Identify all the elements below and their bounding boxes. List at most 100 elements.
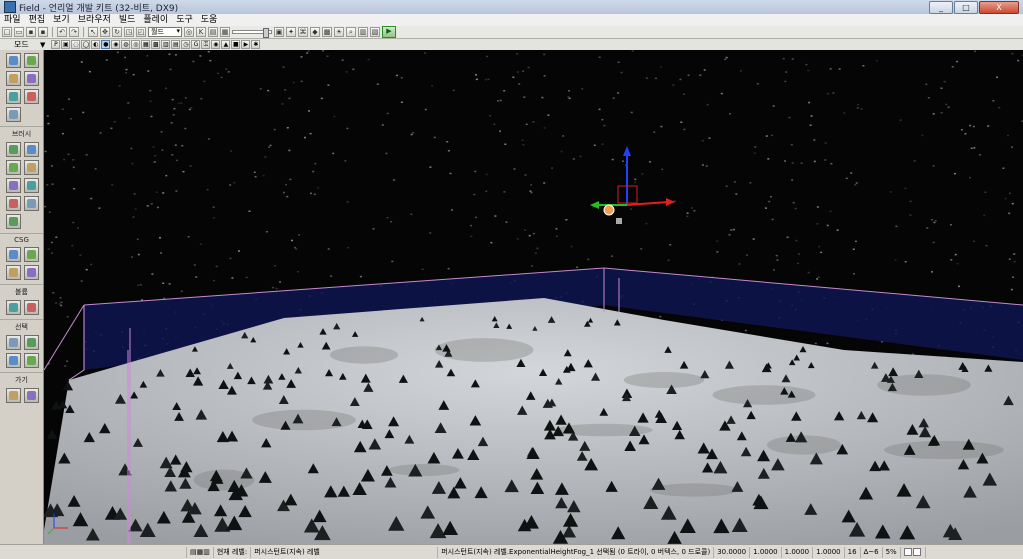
stop-icon[interactable]: ■ — [231, 40, 241, 49]
eye-icon[interactable]: ◉ — [211, 40, 221, 49]
goto-builder-button[interactable] — [24, 388, 39, 403]
select-invert-button[interactable] — [6, 353, 21, 368]
scale-icon[interactable]: ◳ — [124, 27, 134, 37]
save-all-icon[interactable]: ▪ — [38, 27, 48, 37]
hide-selected-button[interactable] — [24, 335, 39, 350]
viewport-scene[interactable] — [44, 50, 1023, 544]
search-icon[interactable]: ⌕ — [346, 27, 356, 37]
lighting-quality-icon[interactable]: ☀ — [334, 27, 344, 37]
cube-brush-button[interactable] — [6, 142, 21, 157]
eye-button[interactable] — [6, 107, 21, 122]
build-paths-icon[interactable]: ⌘ — [298, 27, 308, 37]
wireframe-icon[interactable]: ◯ — [81, 40, 91, 49]
drag-grid-icon[interactable]: ▦ — [220, 27, 230, 37]
build-geometry-icon[interactable]: ▣ — [274, 27, 284, 37]
unlit-icon[interactable]: ◐ — [91, 40, 101, 49]
play-in-editor-button[interactable]: ▶ — [382, 26, 396, 38]
terrain-mode-button[interactable] — [6, 71, 21, 86]
perspective-viewport[interactable] — [44, 50, 1023, 544]
redo-icon[interactable]: ↷ — [69, 27, 79, 37]
camera-mode-button[interactable] — [6, 53, 21, 68]
sheet-brush-button[interactable] — [24, 178, 39, 193]
coordinate-system-select[interactable]: 월드 — [148, 27, 182, 37]
scale-x-value[interactable]: 1.0000 — [750, 546, 782, 558]
brush-wireframe-icon[interactable]: ◌ — [71, 40, 81, 49]
content-browser-icon[interactable]: ▥ — [358, 27, 368, 37]
generic-browser-icon[interactable]: ▧ — [370, 27, 380, 37]
new-icon[interactable]: □ — [2, 27, 12, 37]
viewport-options-icon[interactable]: ✱ — [251, 40, 261, 49]
csg-add-button[interactable] — [6, 247, 21, 262]
lit-icon[interactable]: ● — [101, 40, 111, 49]
scale-snap[interactable]: 5% — [883, 546, 901, 558]
show-all-button[interactable] — [24, 353, 39, 368]
cylinder-brush-button[interactable] — [24, 160, 39, 175]
sphere-brush-button[interactable] — [24, 196, 39, 211]
save-icon[interactable]: ▪ — [26, 27, 36, 37]
show-selected-button[interactable] — [6, 335, 21, 350]
build-cover-icon[interactable]: ◆ — [310, 27, 320, 37]
menu-edit[interactable]: 편집 — [25, 14, 50, 26]
cone-brush-button[interactable] — [24, 142, 39, 157]
scale-nonuniform-icon[interactable]: ◰ — [136, 27, 146, 37]
light-map-icon[interactable]: ▤ — [171, 40, 181, 49]
lighting-only-icon[interactable]: ◍ — [121, 40, 131, 49]
perspective-button[interactable]: P — [51, 40, 61, 49]
snap-checkbox[interactable] — [903, 547, 912, 556]
detail-lighting-icon[interactable]: ◉ — [111, 40, 121, 49]
open-icon[interactable]: ▭ — [14, 27, 24, 37]
matinee-icon[interactable]: ▤ — [208, 27, 218, 37]
kismet-icon[interactable]: K — [196, 27, 206, 37]
scale-z-value[interactable]: 1.0000 — [813, 546, 845, 558]
camera-speed-slider[interactable] — [232, 28, 272, 38]
select-icon[interactable]: ↖ — [88, 27, 98, 37]
rotate-icon[interactable]: ↻ — [112, 27, 122, 37]
viewport-type-icon[interactable]: ▣ — [61, 40, 71, 49]
spiral-stair-button[interactable] — [6, 196, 21, 211]
game-view-icon[interactable]: G — [191, 40, 201, 49]
slider-knob[interactable] — [263, 28, 269, 38]
move-mode-button[interactable] — [24, 71, 39, 86]
drag-value[interactable]: 30.0000 — [714, 546, 751, 558]
csg-deintersect-button[interactable] — [24, 265, 39, 280]
texture-align-button[interactable] — [6, 89, 21, 104]
texture-density-icon[interactable]: ▦ — [141, 40, 151, 49]
lock-icon[interactable]: ⚿ — [201, 40, 211, 49]
stairs-brush-button[interactable] — [6, 160, 21, 175]
mode-dropdown[interactable]: ▼ — [40, 41, 45, 49]
curved-stair-button[interactable] — [6, 178, 21, 193]
menu-file[interactable]: 파일 — [0, 14, 25, 26]
volume-button[interactable] — [24, 89, 39, 104]
viewport-play-icon[interactable]: ▶ — [241, 40, 251, 49]
geometry-mode-button[interactable] — [24, 53, 39, 68]
minimize-button[interactable]: _ — [929, 1, 953, 14]
binoculars-icon[interactable]: ◎ — [184, 27, 194, 37]
menu-play[interactable]: 플레이 — [139, 14, 172, 26]
build-all-icon[interactable]: ▩ — [322, 27, 332, 37]
csg-intersect-button[interactable] — [6, 265, 21, 280]
current-level-name[interactable]: 퍼시스턴트(지속) 레벨 — [251, 546, 439, 558]
rotation-snap[interactable]: ∆~6 — [861, 546, 883, 558]
menu-browser[interactable]: 브라우저 — [74, 14, 115, 26]
undo-icon[interactable]: ↶ — [57, 27, 67, 37]
menu-view[interactable]: 보기 — [49, 14, 74, 26]
lightmap-density-icon[interactable]: ▥ — [161, 40, 171, 49]
add-volume-button[interactable] — [6, 300, 21, 315]
volumetric-brush-button[interactable] — [6, 214, 21, 229]
level-browser-icon[interactable]: ▤▦▥ — [187, 546, 214, 558]
actor-lock-icon[interactable]: ▲ — [221, 40, 231, 49]
volume-list-button[interactable] — [24, 300, 39, 315]
menu-help[interactable]: 도움 — [197, 14, 222, 26]
menu-tools[interactable]: 도구 — [172, 14, 197, 26]
build-lighting-icon[interactable]: ✦ — [286, 27, 296, 37]
maximize-button[interactable]: □ — [954, 1, 978, 14]
light-complexity-icon[interactable]: ◎ — [131, 40, 141, 49]
translate-icon[interactable]: ✥ — [100, 27, 110, 37]
close-button[interactable]: X — [979, 1, 1019, 14]
grid-size[interactable]: 16 — [845, 546, 861, 558]
csg-subtract-button[interactable] — [24, 247, 39, 262]
realtime-icon[interactable]: ◷ — [181, 40, 191, 49]
goto-actor-button[interactable] — [6, 388, 21, 403]
snap-checkbox[interactable] — [912, 547, 921, 556]
scale-y-value[interactable]: 1.0000 — [782, 546, 814, 558]
